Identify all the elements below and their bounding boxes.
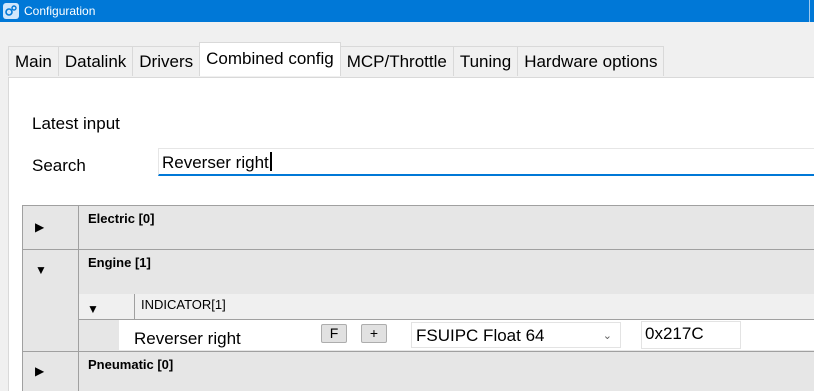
group-cell: Electric [0] [79,206,814,249]
group-cell: Pneumatic [0] [79,352,814,391]
tree-group-pneumatic[interactable]: ▶ Pneumatic [0] [23,352,814,391]
collapse-arrow-icon[interactable]: ▼ [87,303,99,315]
tab-combined-config[interactable]: Combined config [199,42,341,76]
search-input[interactable]: Reverser right [158,148,814,176]
latest-input-label: Latest input [32,114,120,133]
title-bar-edge [809,0,810,22]
tab-strip: Main Datalink Drivers Combined config MC… [8,42,665,76]
tab-main[interactable]: Main [8,46,59,76]
group-name: Electric [0] [88,211,155,226]
tab-mcp-throttle[interactable]: MCP/Throttle [339,46,454,76]
tree-item-row: Reverser right F + FSUIPC Float 64 ⌄ 0x2… [119,320,814,350]
row-header: ▶ [23,206,79,249]
config-tree-grid: ▶ Electric [0] ▼ Engine [1] ▼ INDICATOR[… [22,205,814,391]
row-header: ▶ [23,352,79,391]
item-name: Reverser right [134,329,241,348]
expand-arrow-icon[interactable]: ▶ [35,221,44,233]
f-button[interactable]: F [321,324,347,343]
tab-drivers[interactable]: Drivers [132,46,201,76]
tree-group-electric[interactable]: ▶ Electric [0] [23,206,814,250]
text-caret [269,152,272,171]
expand-arrow-icon[interactable]: ▶ [35,365,44,377]
chevron-down-icon: ⌄ [602,330,612,342]
input-type-select[interactable]: FSUIPC Float 64 ⌄ [411,322,621,348]
tree-subgroup-indicator[interactable]: ▼ INDICATOR[1] [79,294,814,320]
window-title: Configuration [24,4,96,18]
address-input[interactable]: 0x217C [641,321,741,349]
group-name: Pneumatic [0] [88,357,174,372]
tab-datalink[interactable]: Datalink [57,46,134,76]
subgroup-name: INDICATOR[1] [141,297,226,312]
subgroup-header: ▼ [79,294,135,319]
title-bar: Configuration [0,0,814,22]
search-input-value: Reverser right [162,153,269,172]
tab-tuning[interactable]: Tuning [452,46,519,76]
add-button[interactable]: + [361,324,387,343]
group-cell: Engine [1] [79,250,814,294]
input-type-value: FSUIPC Float 64 [416,326,545,345]
row-header: ▼ [23,250,79,351]
address-value: 0x217C [645,324,704,343]
search-label: Search [32,156,86,175]
collapse-arrow-icon[interactable]: ▼ [35,264,47,276]
tree-group-engine[interactable]: ▼ Engine [1] ▼ INDICATOR[1] Reverser rig… [23,250,814,352]
group-name: Engine [1] [88,255,151,270]
tab-hardware-options[interactable]: Hardware options [517,46,665,76]
app-icon [3,3,19,19]
